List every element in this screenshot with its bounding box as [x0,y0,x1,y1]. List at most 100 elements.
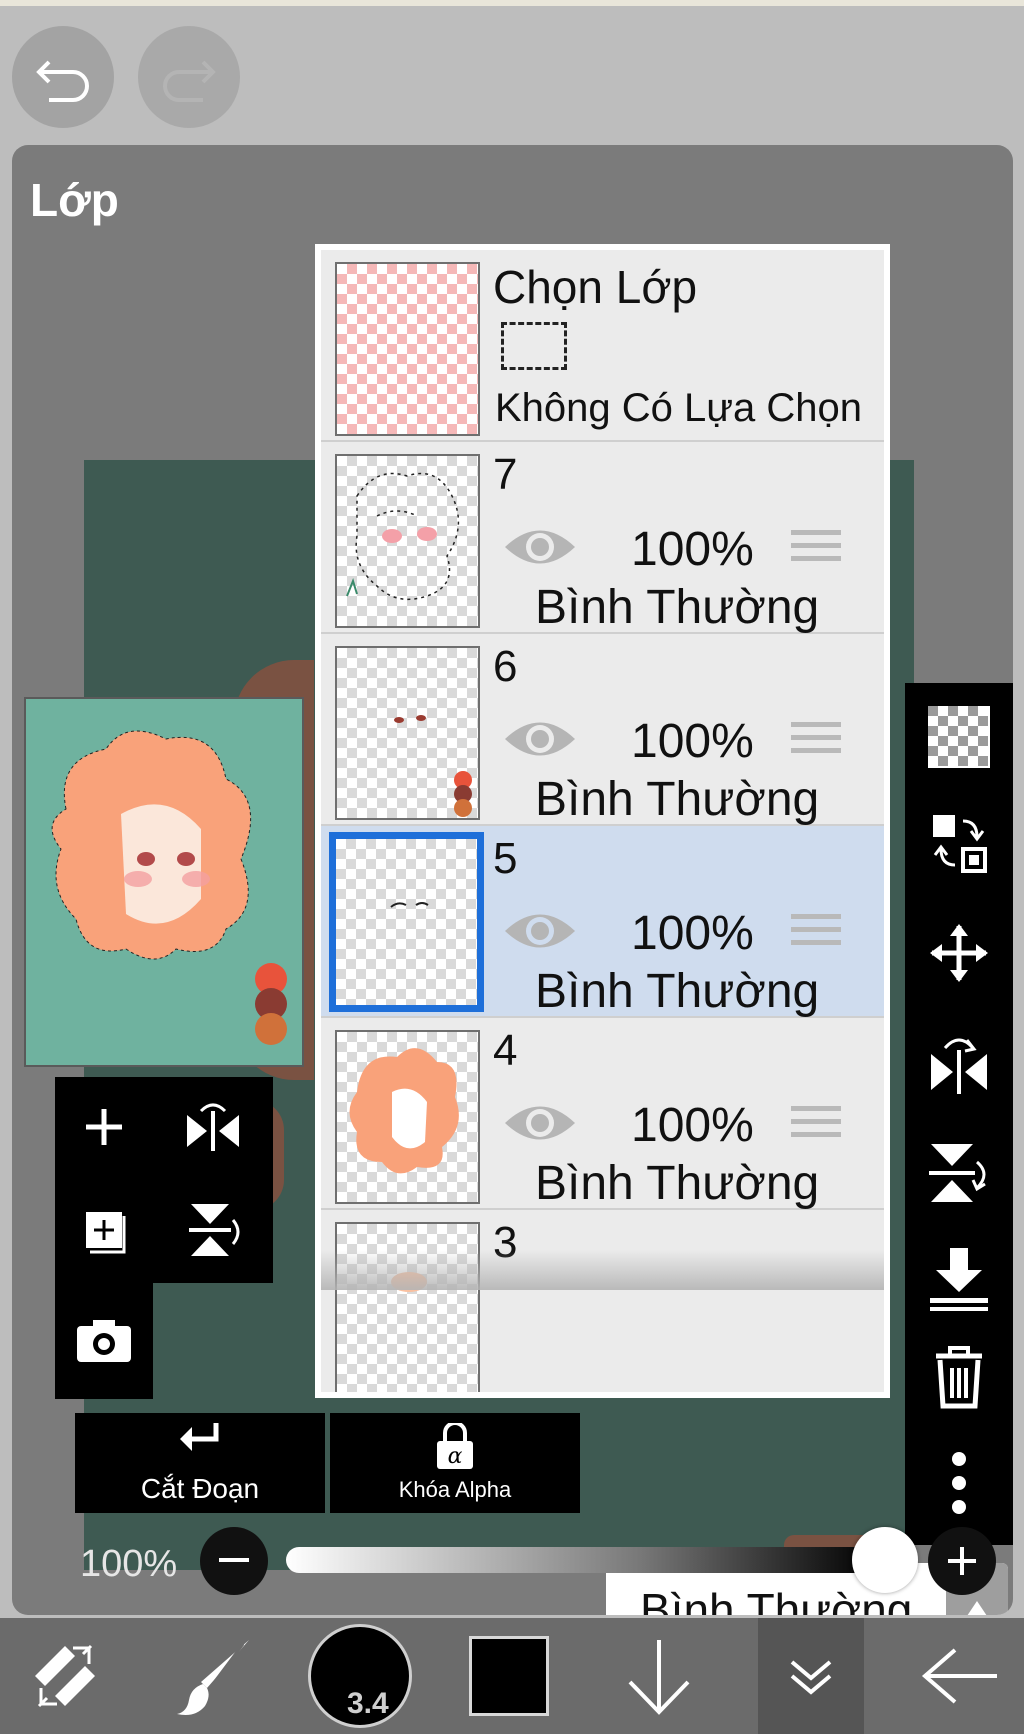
layer-row[interactable]: 6 100% Bình Thường [321,634,884,826]
drag-handle-icon[interactable] [791,530,841,570]
eye-icon[interactable] [503,906,577,956]
svg-text:α: α [448,1444,463,1469]
selection-layer-title: Chọn Lớp [493,261,698,313]
layer-thumbnail [335,1030,480,1204]
flip-horizontal-button[interactable] [905,1013,1013,1113]
layer-blend-mode: Bình Thường [535,581,820,634]
flip-horizontal-button[interactable] [153,1077,273,1177]
selection-layer-row[interactable]: Chọn Lớp Không Có Lựa Chọn [321,250,884,442]
plus-icon [86,1109,122,1145]
move-icon [930,924,988,982]
layer-opacity: 100% [631,523,754,576]
plus-icon [948,1547,976,1575]
selection-layer-thumbnail [335,262,480,436]
panel-title: Lớp [30,174,119,226]
trash-icon [936,1346,982,1409]
transform-icon [35,1644,95,1708]
eye-icon[interactable] [503,522,577,572]
more-vertical-icon [952,1452,966,1514]
merge-down-button[interactable] [905,1229,1013,1329]
eye-icon[interactable] [503,1098,577,1148]
layer-row[interactable]: 4 100% Bình Thường [321,1018,884,1210]
clipping-button[interactable]: Cắt Đoạn [75,1413,325,1513]
brush-tool-button[interactable] [160,1618,270,1734]
swap-layers-button[interactable] [905,793,1013,893]
duplicate-layer-icon [86,1212,126,1254]
layer-number: 5 [493,834,518,883]
bottom-toolbar: 3.4 [0,1618,1024,1734]
opacity-decrease-button[interactable] [200,1527,268,1595]
camera-button[interactable] [55,1283,153,1399]
layer-list[interactable]: Chọn Lớp Không Có Lựa Chọn 7 100% Bình T… [315,244,890,1398]
clipping-arrow-icon [180,1423,219,1451]
selection-status: Không Có Lựa Chọn [495,386,863,430]
move-button[interactable] [905,903,1013,1003]
swap-layers-icon [933,815,987,873]
transparent-fill-button[interactable] [905,687,1013,787]
layer-thumbnail [335,646,480,820]
drag-handle-icon[interactable] [791,914,841,954]
current-color-swatch [469,1636,549,1716]
layer-blend-mode: Bình Thường [535,1157,820,1210]
flip-vertical-button[interactable] [153,1177,273,1283]
brush-icon [177,1640,249,1715]
flip-vertical-icon [929,1144,986,1202]
layer-panel: Lớp Chọn Lớp Không Có Lựa Chọn 7 100% Bì… [12,145,1013,1615]
opacity-slider-knob[interactable] [852,1527,918,1593]
redo-icon [163,60,216,102]
flip-horizontal-icon [187,1103,239,1151]
duplicate-layer-button[interactable] [55,1177,153,1283]
layer-row[interactable]: 3 [321,1210,884,1392]
layer-thumbnail [329,832,484,1012]
layer-opacity: 100% [631,1099,754,1152]
chevron-double-down-icon [790,1660,832,1695]
alpha-lock-button[interactable]: α Khóa Alpha [330,1413,580,1513]
flip-vertical-icon [189,1204,240,1256]
layer-thumbnail [335,1222,480,1392]
layers-panel-button[interactable] [758,1618,864,1734]
triangle-up-icon [967,1601,987,1615]
undo-button[interactable] [12,26,114,128]
scroll-fade [321,1250,884,1290]
add-layer-button[interactable] [55,1077,153,1177]
drag-handle-icon[interactable] [791,722,841,762]
flip-horizontal-icon [931,1038,987,1094]
flip-vertical-button[interactable] [905,1123,1013,1223]
layer-number: 7 [493,450,518,499]
opacity-value: 100% [80,1543,178,1585]
layer-number: 4 [493,1026,518,1075]
eye-icon[interactable] [503,714,577,764]
back-button[interactable] [906,1618,1016,1734]
layer-tools-toolbar [905,683,1013,1545]
brush-size-value: 3.4 [347,1687,389,1720]
layer-down-button[interactable] [604,1618,714,1734]
clipping-label: Cắt Đoạn [140,1473,260,1504]
layer-opacity: 100% [631,715,754,768]
more-options-button[interactable] [905,1433,1013,1533]
layer-number: 6 [493,642,518,691]
transform-tool-button[interactable] [10,1618,120,1734]
arrow-left-icon [921,1648,997,1704]
delete-layer-button[interactable] [905,1327,1013,1427]
drag-handle-icon[interactable] [791,1106,841,1146]
layer-blend-mode: Bình Thường [535,773,820,826]
brush-size-button[interactable]: 3.4 [300,1618,420,1734]
arrow-down-icon [628,1640,690,1715]
layer-row[interactable]: 7 100% Bình Thường [321,442,884,634]
opacity-slider-track[interactable] [286,1547,876,1573]
canvas-preview[interactable] [24,697,304,1067]
undo-icon [36,60,89,102]
selection-marquee-icon [501,322,567,370]
preview-artwork [51,730,287,1045]
alpha-lock-label: Khóa Alpha [398,1477,512,1502]
layer-opacity: 100% [631,907,754,960]
layer-blend-mode: Bình Thường [535,965,820,1018]
opacity-increase-button[interactable] [928,1527,996,1595]
top-bar [0,0,1024,140]
alpha-lock-icon: α [437,1423,473,1469]
merge-down-icon [930,1248,988,1311]
layer-row-selected[interactable]: 5 100% Bình Thường [321,826,884,1018]
color-swatch-button[interactable] [454,1618,564,1734]
minus-icon [219,1558,249,1562]
redo-button[interactable] [138,26,240,128]
